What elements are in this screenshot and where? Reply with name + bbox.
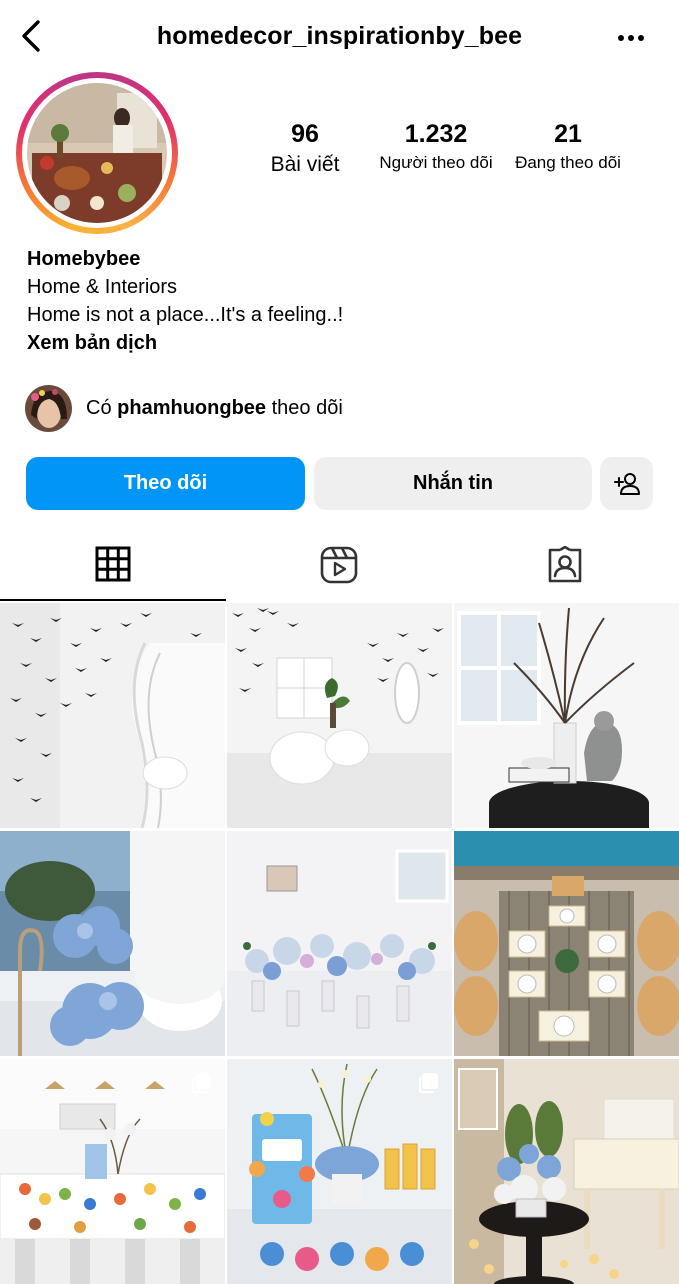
grid-post[interactable]: [454, 831, 679, 1056]
reels-icon: [320, 546, 358, 583]
profile-tabs: [0, 528, 679, 601]
grid-post[interactable]: [0, 831, 225, 1056]
tagged-icon: [548, 545, 582, 582]
category-label: Home & Interiors: [27, 276, 178, 298]
stat-value: 1.232: [404, 120, 468, 148]
grid-post[interactable]: [454, 1059, 679, 1284]
multi-image-icon: [192, 1073, 211, 1093]
stat-followers[interactable]: 1.232 Người theo dõi: [372, 120, 500, 173]
add-user-icon: [613, 472, 640, 495]
grid-post[interactable]: [0, 1059, 225, 1284]
stat-label: Đang theo dõi: [515, 153, 621, 172]
stat-value: 21: [554, 120, 582, 148]
followed-by-text: Có phamhuongbee theo dõi: [86, 397, 343, 420]
display-name: Homebybee: [27, 248, 141, 270]
tab-tagged[interactable]: [452, 528, 678, 601]
grid-icon: [95, 546, 131, 581]
multi-image-icon: [419, 1073, 438, 1093]
stat-value: 96: [291, 120, 319, 148]
stat-following[interactable]: 21 Đang theo dõi: [505, 120, 631, 173]
grid-post[interactable]: [454, 603, 679, 828]
tab-posts[interactable]: [0, 528, 226, 601]
followed-by-prefix: Có: [86, 396, 112, 419]
grid-post[interactable]: [227, 831, 452, 1056]
profile-username: homedecor_inspirationby_bee: [156, 22, 523, 50]
follow-button[interactable]: Theo dõi: [26, 457, 305, 510]
bio-text: Home is not a place...It's a feeling..!: [27, 304, 344, 326]
follower-avatar: [25, 384, 72, 432]
tab-reels[interactable]: [226, 528, 452, 601]
message-button[interactable]: Nhắn tin: [314, 457, 592, 510]
grid-post[interactable]: [0, 603, 225, 828]
profile-stats: 96 Bài viết 1.232 Người theo dõi 21 Đang…: [0, 120, 679, 190]
followed-by-username[interactable]: phamhuongbee: [117, 397, 266, 419]
followed-by-row[interactable]: Có phamhuongbee theo dõi: [25, 384, 343, 432]
more-horizontal-icon[interactable]: [613, 26, 649, 50]
followed-by-suffix: theo dõi: [271, 396, 343, 419]
add-user-button[interactable]: [600, 457, 653, 510]
profile-bio: Homebybee Home & Interiors Home is not a…: [27, 245, 343, 357]
stat-label: Bài viết: [270, 153, 340, 176]
stat-posts[interactable]: 96 Bài viết: [240, 120, 370, 177]
grid-post[interactable]: [227, 1059, 452, 1284]
grid-post[interactable]: [227, 603, 452, 828]
stat-label: Người theo dõi: [379, 153, 493, 172]
posts-grid: [0, 603, 679, 1284]
top-bar: homedecor_inspirationby_bee: [0, 0, 679, 76]
see-translation-link[interactable]: Xem bản dịch: [27, 329, 343, 357]
